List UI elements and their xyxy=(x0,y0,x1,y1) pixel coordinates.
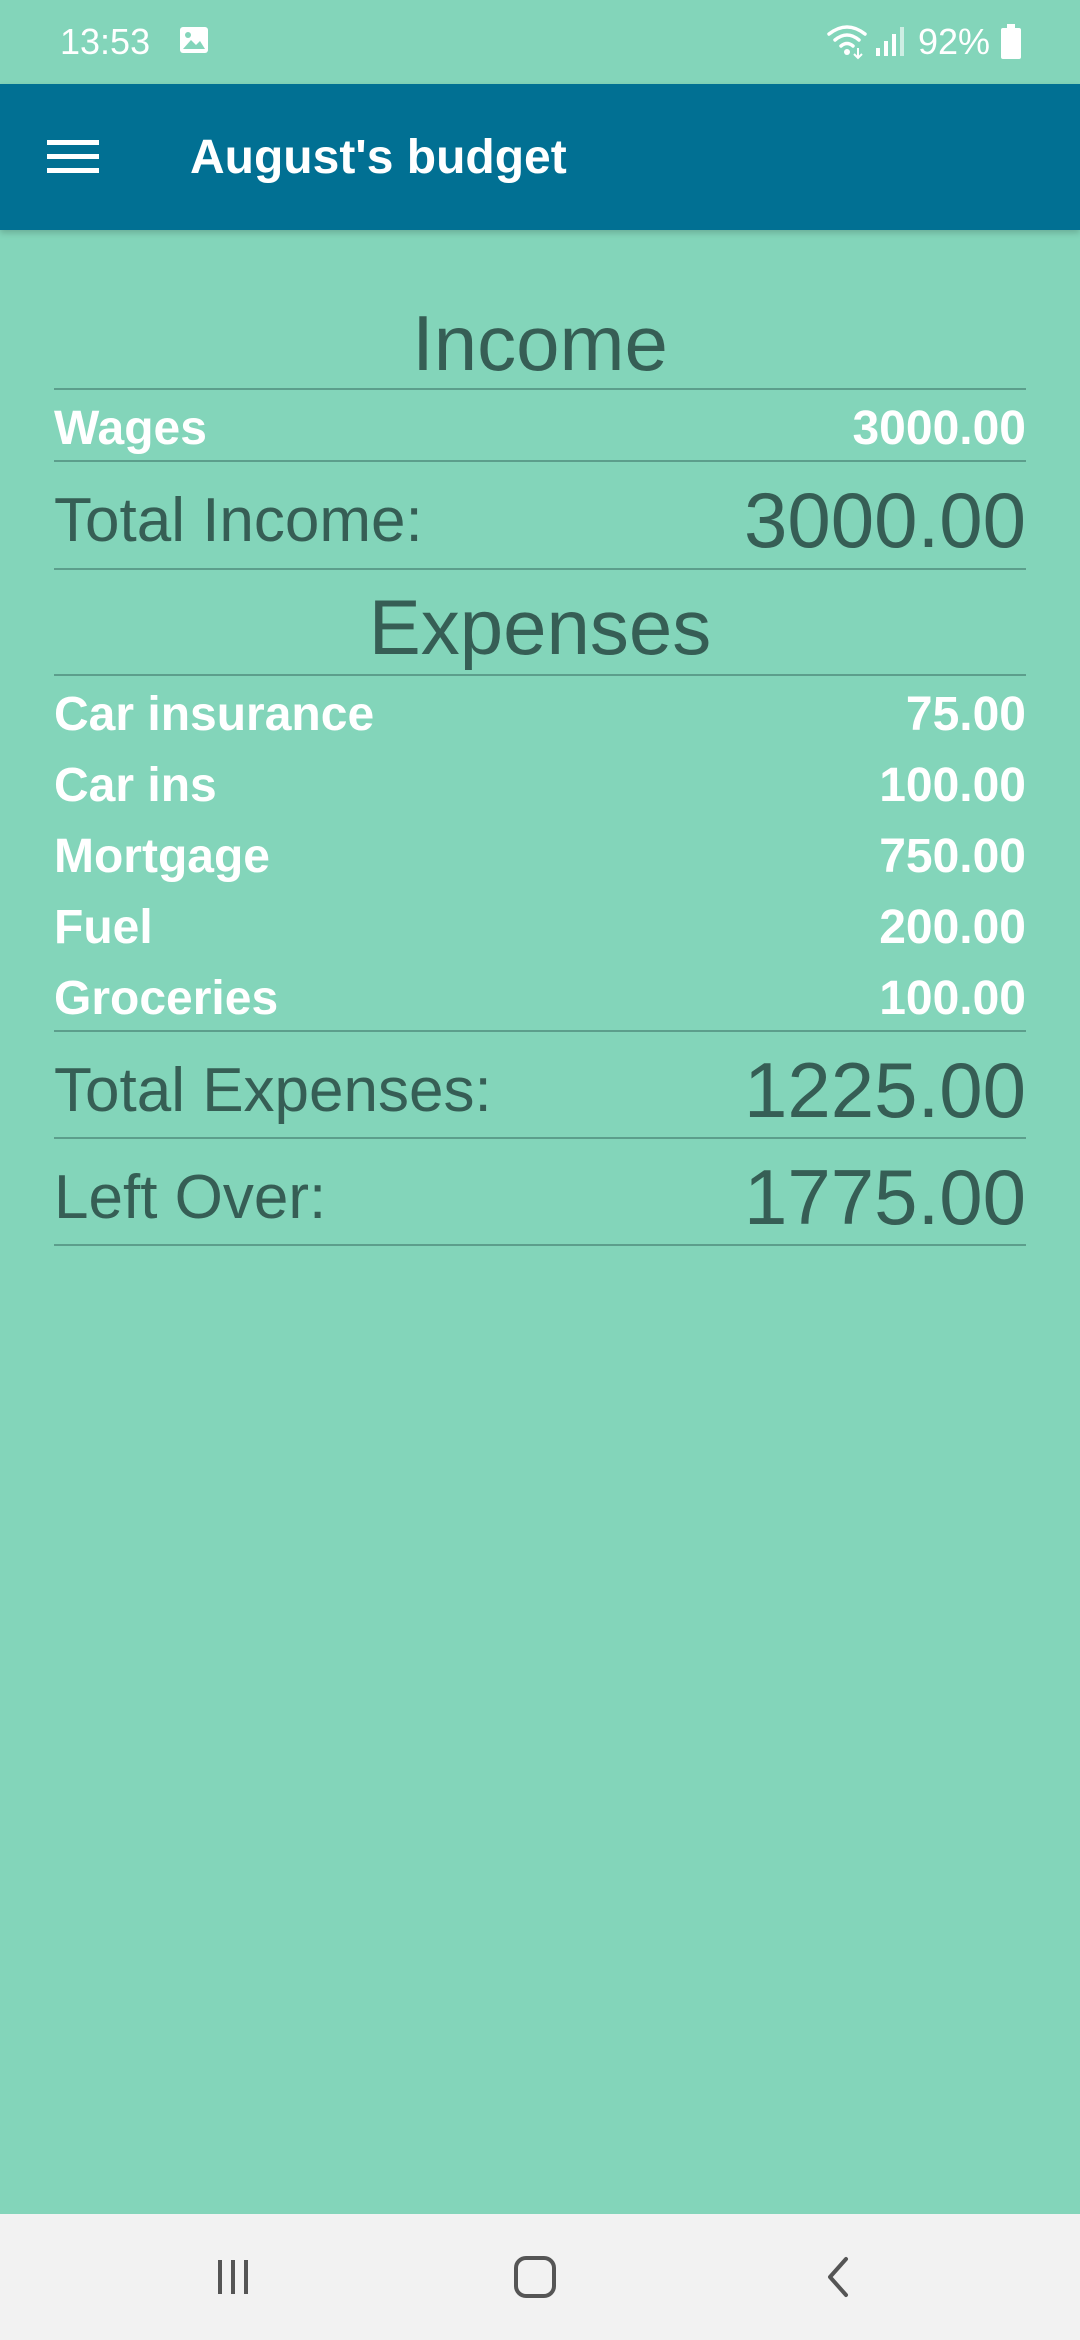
income-item-label: Wages xyxy=(54,401,207,455)
expense-item: Mortgage 750.00 xyxy=(54,826,1026,886)
gallery-icon xyxy=(180,27,208,53)
recent-apps-icon xyxy=(218,2260,248,2294)
signal-icon xyxy=(876,27,904,56)
expense-item: Groceries 100.00 xyxy=(54,968,1026,1028)
left-over-row: Left Over: 1775.00 xyxy=(54,1151,1026,1243)
expense-item-amount: 100.00 xyxy=(879,758,1026,812)
page-title: August's budget xyxy=(190,131,567,184)
expense-item-amount: 750.00 xyxy=(879,829,1026,883)
total-income-value: 3000.00 xyxy=(744,475,1026,564)
back-button[interactable] xyxy=(797,2240,877,2314)
recent-apps-button[interactable] xyxy=(193,2240,273,2314)
home-button[interactable] xyxy=(495,2240,575,2314)
expense-item-label: Mortgage xyxy=(54,829,270,883)
divider xyxy=(54,1030,1026,1032)
total-income-label: Total Income: xyxy=(54,485,423,555)
divider xyxy=(54,460,1026,462)
expense-item-amount: 100.00 xyxy=(879,971,1026,1025)
expense-item-label: Car insurance xyxy=(54,687,375,741)
back-icon xyxy=(828,2257,848,2297)
expense-item-amount: 75.00 xyxy=(905,687,1026,741)
wifi-icon xyxy=(827,25,867,60)
battery-percentage: 92% xyxy=(918,21,991,62)
expense-item-label: Car ins xyxy=(54,758,217,812)
total-income-row: Total Income: 3000.00 xyxy=(54,474,1026,566)
total-expenses-label: Total Expenses: xyxy=(54,1055,492,1125)
expense-item: Fuel 200.00 xyxy=(54,897,1026,957)
battery-icon xyxy=(1001,24,1021,59)
expenses-heading: Expenses xyxy=(368,583,712,671)
expense-item-label: Groceries xyxy=(54,971,279,1025)
menu-button[interactable] xyxy=(28,117,118,197)
divider xyxy=(54,1137,1026,1139)
left-over-label: Left Over: xyxy=(54,1162,327,1232)
divider xyxy=(54,568,1026,570)
status-time: 13:53 xyxy=(60,21,151,62)
menu-icon xyxy=(47,140,99,173)
total-expenses-value: 1225.00 xyxy=(744,1045,1026,1134)
navigation-bar xyxy=(0,2214,1080,2340)
income-item-amount: 3000.00 xyxy=(852,401,1026,455)
home-icon xyxy=(514,2256,556,2298)
income-item: Wages 3000.00 xyxy=(54,398,1026,458)
total-expenses-row: Total Expenses: 1225.00 xyxy=(54,1044,1026,1136)
divider xyxy=(54,674,1026,676)
app-bar: August's budget xyxy=(0,84,1080,230)
left-over-value: 1775.00 xyxy=(744,1152,1026,1241)
expense-item-label: Fuel xyxy=(54,900,153,954)
expense-item: Car ins 100.00 xyxy=(54,755,1026,815)
status-bar: 13:53 92% xyxy=(0,0,1080,84)
expense-item: Car insurance 75.00 xyxy=(54,684,1026,744)
divider xyxy=(54,388,1026,390)
income-heading: Income xyxy=(412,299,668,387)
divider xyxy=(54,1244,1026,1246)
expense-item-amount: 200.00 xyxy=(879,900,1026,954)
